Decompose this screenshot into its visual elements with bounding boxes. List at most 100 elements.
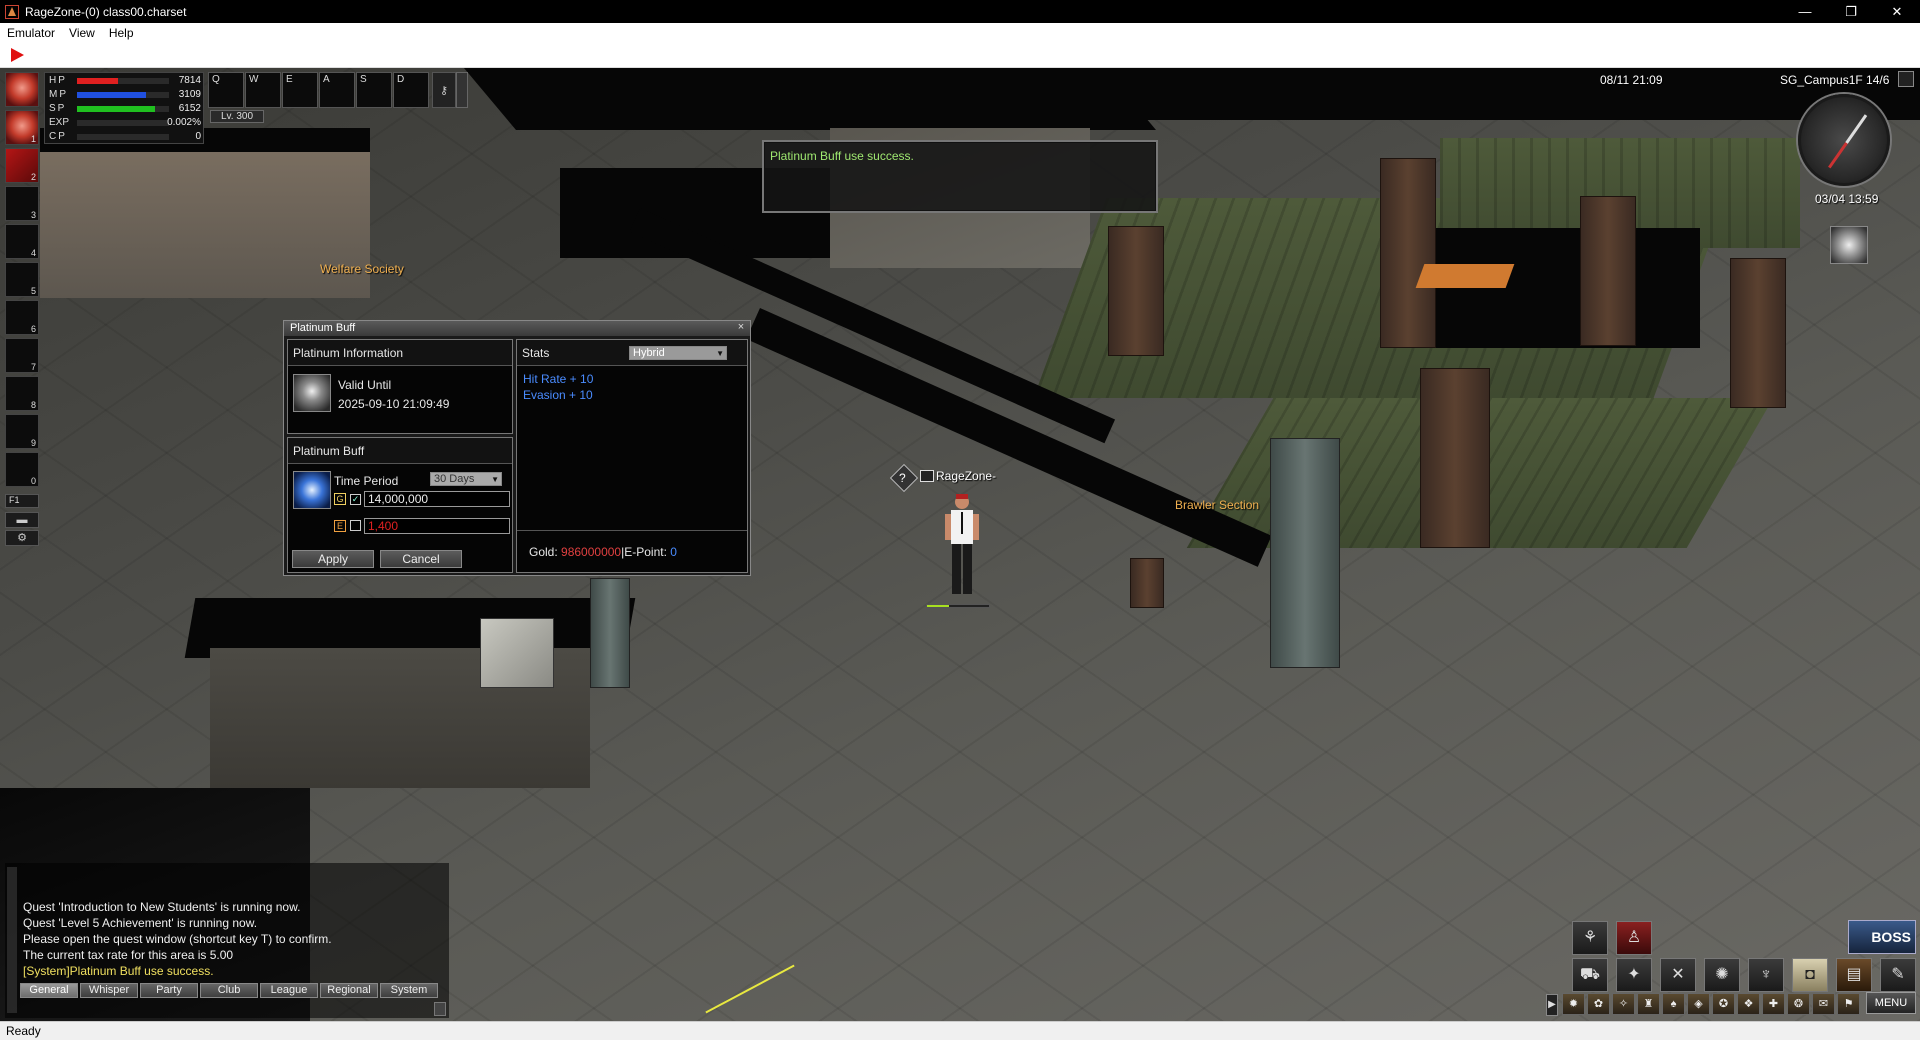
hotkey-e[interactable]: E — [282, 72, 318, 108]
quickslot-6[interactable]: 6 — [5, 300, 39, 335]
character-leg — [952, 544, 961, 594]
yellow-line — [705, 964, 795, 1014]
apply-button[interactable]: Apply — [292, 550, 374, 568]
character-hp-bar — [926, 604, 990, 608]
shortcut-icon-4[interactable]: ♜ — [1637, 993, 1660, 1015]
time-period-select[interactable]: 30 Days ▼ — [430, 472, 502, 486]
stone-pillar-2 — [590, 578, 630, 688]
character-info-icon[interactable]: ♙ — [1616, 921, 1652, 955]
chat-line: Quest 'Introduction to New Students' is … — [23, 900, 301, 914]
tab-club[interactable]: Club — [200, 983, 258, 998]
tab-party[interactable]: Party — [140, 983, 198, 998]
menu-view[interactable]: View — [62, 26, 102, 40]
bottom-bar-expand-icon[interactable]: ▶ — [1546, 994, 1558, 1016]
zone-label-welfare: Welfare Society — [320, 262, 404, 276]
pillar — [1580, 196, 1636, 346]
platinum-window-title[interactable]: Platinum Buff × — [284, 321, 750, 336]
menu-bar: Emulator View Help — [0, 23, 1920, 43]
compass-needle-south — [1828, 142, 1848, 169]
shortcut-icon-8[interactable]: ❖ — [1737, 993, 1760, 1015]
currency-footer: Gold: 986000000|E-Point: 0 — [517, 530, 747, 573]
minimap-compass[interactable] — [1798, 94, 1890, 186]
menu-help[interactable]: Help — [102, 26, 141, 40]
tab-league[interactable]: League — [260, 983, 318, 998]
restore-button[interactable]: ❐ — [1828, 0, 1874, 23]
stone-pillar — [1270, 438, 1340, 668]
tab-system[interactable]: System — [380, 983, 438, 998]
player-character[interactable] — [940, 490, 984, 600]
epoint-payment-checkbox[interactable] — [350, 520, 361, 531]
side-toggle-button[interactable]: ▬ — [5, 512, 39, 528]
quickslot-7[interactable]: 7 — [5, 338, 39, 373]
quickslot-9[interactable]: 9 — [5, 414, 39, 449]
menu-button[interactable]: MENU — [1866, 992, 1916, 1014]
quickslot-8[interactable]: 8 — [5, 376, 39, 411]
chat-line: Please open the quest window (shortcut k… — [23, 932, 332, 946]
tab-general[interactable]: General — [20, 983, 78, 998]
cp-bar: CP 0 — [49, 131, 201, 142]
small-post — [1130, 558, 1164, 608]
shortcut-icon-2[interactable]: ✿ — [1587, 993, 1610, 1015]
exp-bar: EXP 0.002% — [49, 117, 201, 128]
event-icon[interactable]: ✎ — [1880, 958, 1916, 992]
hotkey-lock-icon[interactable]: ⚷ — [432, 72, 456, 108]
shortcut-icon-11[interactable]: ✉ — [1812, 993, 1835, 1015]
shortcut-icon-3[interactable]: ✧ — [1612, 993, 1635, 1015]
gold-cost-icon: G — [334, 493, 346, 505]
pet-icon[interactable]: ⚘ — [1572, 921, 1608, 955]
tab-regional[interactable]: Regional — [320, 983, 378, 998]
quickslot-1[interactable]: 1 — [5, 110, 39, 145]
skill-tree-icon[interactable]: ♆ — [1748, 958, 1784, 992]
stat-line-hit-rate: Hit Rate + 10 — [523, 372, 594, 386]
shop-cart-icon[interactable]: ⛟ — [1572, 958, 1608, 992]
shortcut-icon-10[interactable]: ❂ — [1787, 993, 1810, 1015]
chat-line: The current tax rate for this area is 5.… — [23, 948, 234, 962]
window-title: RageZone-(0) class00.charset — [25, 4, 187, 19]
settings-icon[interactable]: ⚙ — [5, 530, 39, 546]
close-button[interactable]: ✕ — [1874, 0, 1920, 23]
character-tie — [961, 512, 963, 534]
close-icon[interactable]: × — [735, 322, 747, 334]
gold-payment-checkbox[interactable]: ✓ — [350, 494, 361, 505]
shortcut-icon-1[interactable]: ✹ — [1562, 993, 1585, 1015]
quest-book-icon[interactable]: ▤ — [1836, 958, 1872, 992]
platinum-buff-icon[interactable] — [1830, 226, 1868, 264]
inventory-bag-icon[interactable]: ◘ — [1792, 958, 1828, 992]
hotkey-s[interactable]: S — [356, 72, 392, 108]
hotkey-collapse-handle[interactable] — [456, 72, 468, 108]
minimap-toggle-icon[interactable] — [1898, 71, 1914, 87]
quickslot-0[interactable]: 0 — [5, 452, 39, 487]
hotkey-a[interactable]: A — [319, 72, 355, 108]
quickslot-5[interactable]: 5 — [5, 262, 39, 297]
character-name: RageZone- — [936, 469, 997, 483]
cancel-button[interactable]: Cancel — [380, 550, 462, 568]
hotkey-q[interactable]: Q — [208, 72, 244, 108]
hotkey-d[interactable]: D — [393, 72, 429, 108]
quickslot-2[interactable]: 2 — [5, 148, 39, 183]
hotkey-w[interactable]: W — [245, 72, 281, 108]
shortcut-icon-7[interactable]: ✪ — [1712, 993, 1735, 1015]
quickslot-3[interactable]: 3 — [5, 186, 39, 221]
mount-icon[interactable]: ✦ — [1616, 958, 1652, 992]
shortcut-icon-9[interactable]: ✚ — [1762, 993, 1785, 1015]
buff-icon — [293, 471, 331, 509]
shortcut-icon-6[interactable]: ◈ — [1687, 993, 1710, 1015]
mp-fill — [77, 92, 146, 98]
gear-icon[interactable]: ✺ — [1704, 958, 1740, 992]
quickslot-page-f1[interactable]: F1 — [5, 494, 39, 508]
quickslot-4[interactable]: 4 — [5, 224, 39, 259]
boss-button[interactable]: BOSS — [1848, 920, 1916, 954]
pvp-swords-icon[interactable]: ✕ — [1660, 958, 1696, 992]
chat-resize-handle[interactable] — [434, 1002, 446, 1016]
tab-whisper[interactable]: Whisper — [80, 983, 138, 998]
character-portrait[interactable] — [5, 72, 39, 107]
character-hair — [956, 494, 968, 499]
stats-type-select[interactable]: Hybrid ▼ — [629, 346, 727, 360]
chat-scrollbar[interactable] — [7, 867, 17, 1013]
menu-emulator[interactable]: Emulator — [0, 26, 62, 40]
platinum-info-panel: Platinum Information Valid Until 2025-09… — [287, 339, 513, 434]
shortcut-icon-12[interactable]: ⚑ — [1837, 993, 1860, 1015]
minimize-button[interactable]: — — [1782, 0, 1828, 23]
play-icon[interactable] — [11, 48, 24, 62]
shortcut-icon-5[interactable]: ♠ — [1662, 993, 1685, 1015]
